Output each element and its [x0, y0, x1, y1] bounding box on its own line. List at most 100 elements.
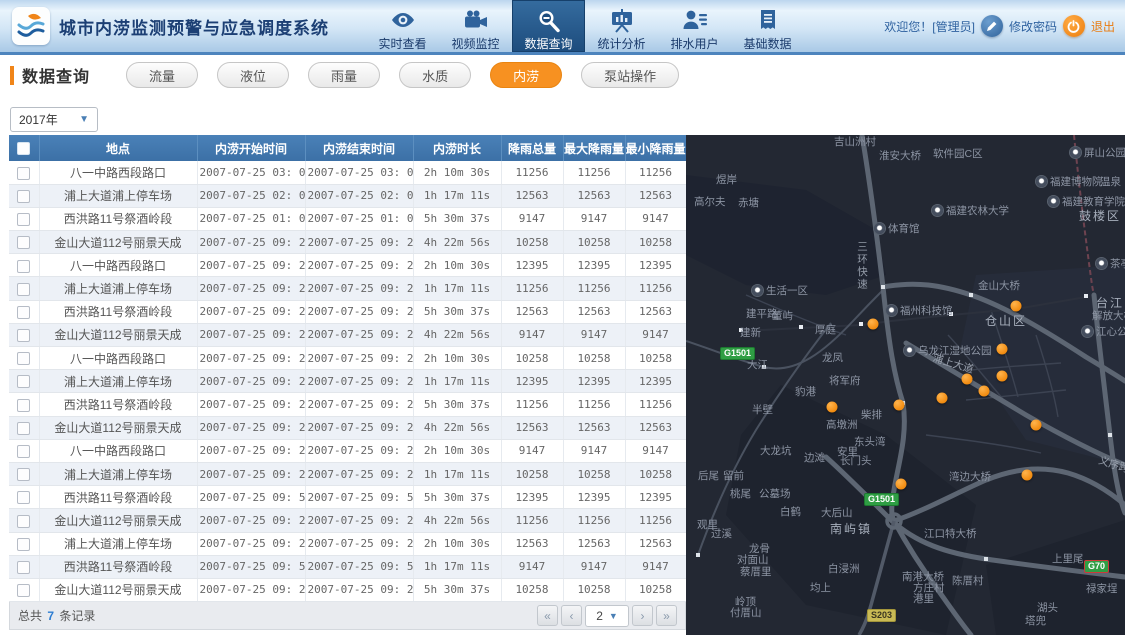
row-checkbox[interactable] [17, 213, 31, 227]
table-row[interactable]: 浦上大道浦上停车场 2007-07-25 09: 21 2007-07-25 09:… [9, 276, 687, 301]
end-time-cell: 2007-07-25 09: 21 [305, 416, 414, 440]
map-label: 厚庭 [815, 324, 836, 336]
row-checkbox-cell [9, 532, 40, 556]
row-checkbox-cell [9, 207, 40, 232]
table-row[interactable]: 金山大道112号丽景天成 2007-07-25 09: 21 2007-07-25 … [9, 578, 687, 603]
flood-point-marker[interactable] [996, 343, 1008, 355]
flood-point-marker[interactable] [1021, 469, 1033, 481]
rain-total-cell: 9147 [501, 439, 564, 463]
filter-quality[interactable]: 水质 [399, 62, 472, 88]
select-all-checkbox[interactable] [17, 142, 31, 156]
edit-pencil-icon[interactable] [980, 15, 1003, 37]
row-checkbox[interactable] [17, 236, 31, 250]
table-row[interactable]: 金山大道112号丽景天成 2007-07-25 09: 21 2007-07-25 … [9, 508, 687, 533]
row-checkbox[interactable] [17, 282, 31, 296]
map-label: 湾边大桥 [949, 471, 991, 483]
rain-total-cell: 11256 [501, 392, 564, 417]
rain-total-cell: 12563 [501, 416, 564, 440]
row-checkbox[interactable] [17, 329, 31, 343]
filter-waterlogging[interactable]: 内涝 [490, 62, 563, 88]
row-checkbox[interactable] [17, 166, 31, 180]
table-row[interactable]: 金山大道112号丽景天成 2007-07-25 09: 21 2007-07-25 … [9, 323, 687, 348]
table-row[interactable]: 西洪路11号祭酒岭段 2007-07-25 09: 54 2007-07-25 09… [9, 555, 687, 579]
nav-item-data-query[interactable]: 数据查询 [512, 0, 585, 52]
next-page-button[interactable]: › [632, 605, 653, 627]
section-accent-bar [10, 65, 14, 85]
row-checkbox[interactable] [17, 560, 31, 574]
map-label: 后尾 [698, 470, 719, 482]
table-row[interactable]: 浦上大道浦上停车场 2007-07-25 09: 21 2007-07-25 09:… [9, 532, 687, 556]
location-cell: 浦上大道浦上停车场 [39, 532, 198, 556]
flood-point-marker[interactable] [826, 401, 838, 413]
map-label: 福建教育学院 [1048, 196, 1125, 208]
flood-point-marker[interactable] [895, 478, 907, 490]
map-panel[interactable]: 吉山洲村 淮安大桥 软件园C区 屏山公园 煜岸 福建博物院 温泉 高尔夫 赤塘 福建教育学院 福建农… [686, 135, 1125, 635]
table-row[interactable]: 八一中路西段路口 2007-07-25 09: 21 2007-07-25 09: … [9, 346, 687, 371]
flood-point-marker[interactable] [867, 318, 879, 330]
change-password-link[interactable]: 修改密码 [1009, 18, 1057, 35]
table-row[interactable]: 浦上大道浦上停车场 2007-07-25 09: 21 2007-07-25 09:… [9, 462, 687, 487]
table-row[interactable]: 西洪路11号祭酒岭段 2007-07-25 09: 21 2007-07-25 09… [9, 300, 687, 324]
table-row[interactable]: 金山大道112号丽景天成 2007-07-25 09: 21 2007-07-25 … [9, 230, 687, 255]
flood-point-marker[interactable] [1030, 419, 1042, 431]
flood-point-marker[interactable] [961, 373, 973, 385]
last-page-button[interactable]: » [656, 605, 677, 627]
col-rain-max: 最大降雨量 [563, 135, 626, 161]
flood-point-marker[interactable] [936, 392, 948, 404]
row-checkbox[interactable] [17, 375, 31, 389]
location-cell: 八一中路西段路口 [39, 161, 198, 185]
row-checkbox[interactable] [17, 305, 31, 319]
row-checkbox[interactable] [17, 514, 31, 528]
table-row[interactable]: 浦上大道浦上停车场 2007-07-25 02: 00 2007-07-25 02:… [9, 184, 687, 208]
rain-max-cell: 12395 [563, 253, 626, 278]
map-label: 福建农林大学 [932, 205, 1009, 217]
rain-total-cell: 9147 [501, 555, 564, 579]
filter-level[interactable]: 液位 [217, 62, 290, 88]
table-row[interactable]: 金山大道112号丽景天成 2007-07-25 09: 21 2007-07-25 … [9, 416, 687, 440]
flood-point-marker[interactable] [996, 370, 1008, 382]
nav-item-video[interactable]: 视频监控 [439, 0, 512, 52]
table-row[interactable]: 浦上大道浦上停车场 2007-07-25 09: 21 2007-07-25 09:… [9, 369, 687, 394]
table-row[interactable]: 八一中路西段路口 2007-07-25 03: 00 2007-07-25 03: … [9, 161, 687, 185]
row-checkbox[interactable] [17, 421, 31, 435]
flood-point-marker[interactable] [978, 385, 990, 397]
row-checkbox[interactable] [17, 352, 31, 366]
table-row[interactable]: 西洪路11号祭酒岭段 2007-07-25 01: 00 2007-07-25 01… [9, 207, 687, 232]
page-select[interactable]: 2 ▼ [585, 604, 629, 627]
row-checkbox[interactable] [17, 491, 31, 505]
filter-pump[interactable]: 泵站操作 [581, 62, 680, 88]
table-row[interactable]: 西洪路11号祭酒岭段 2007-07-25 09: 21 2007-07-25 09… [9, 392, 687, 417]
row-checkbox-cell [9, 184, 40, 208]
filter-flow[interactable]: 流量 [126, 62, 199, 88]
nav-item-base-data[interactable]: 基础数据 [731, 0, 804, 52]
row-checkbox-cell [9, 369, 40, 394]
end-time-cell: 2007-07-25 09: 21 [305, 323, 414, 348]
row-checkbox[interactable] [17, 189, 31, 203]
year-select[interactable]: 2017年 ▼ [10, 107, 98, 132]
nav-item-realtime[interactable]: 实时查看 [366, 0, 439, 52]
row-checkbox[interactable] [17, 584, 31, 598]
logout-link[interactable]: 退出 [1091, 18, 1115, 35]
end-time-cell: 2007-07-25 09: 21 [305, 439, 414, 463]
row-checkbox[interactable] [17, 259, 31, 273]
table-row[interactable]: 八一中路西段路口 2007-07-25 09: 21 2007-07-25 09: … [9, 439, 687, 463]
flood-point-marker[interactable] [893, 399, 905, 411]
nav-item-drain-users[interactable]: 排水用户 [658, 0, 731, 52]
table-row[interactable]: 西洪路11号祭酒岭段 2007-07-25 09: 54 2007-07-25 09… [9, 485, 687, 510]
row-checkbox-cell [9, 508, 40, 533]
location-cell: 八一中路西段路口 [39, 253, 198, 278]
table-row[interactable]: 八一中路西段路口 2007-07-25 09: 21 2007-07-25 09: … [9, 253, 687, 278]
row-checkbox-cell [9, 555, 40, 579]
row-checkbox[interactable] [17, 468, 31, 482]
first-page-button[interactable]: « [537, 605, 558, 627]
row-checkbox[interactable] [17, 398, 31, 412]
nav-item-statistics[interactable]: 统计分析 [585, 0, 658, 52]
filter-rain[interactable]: 雨量 [308, 62, 381, 88]
power-icon[interactable] [1062, 15, 1085, 37]
row-checkbox-cell [9, 253, 40, 278]
row-checkbox[interactable] [17, 445, 31, 458]
prev-page-button[interactable]: ‹ [561, 605, 582, 627]
row-checkbox[interactable] [17, 537, 31, 551]
nav-label: 实时查看 [378, 37, 427, 51]
flood-point-marker[interactable] [1010, 300, 1022, 312]
